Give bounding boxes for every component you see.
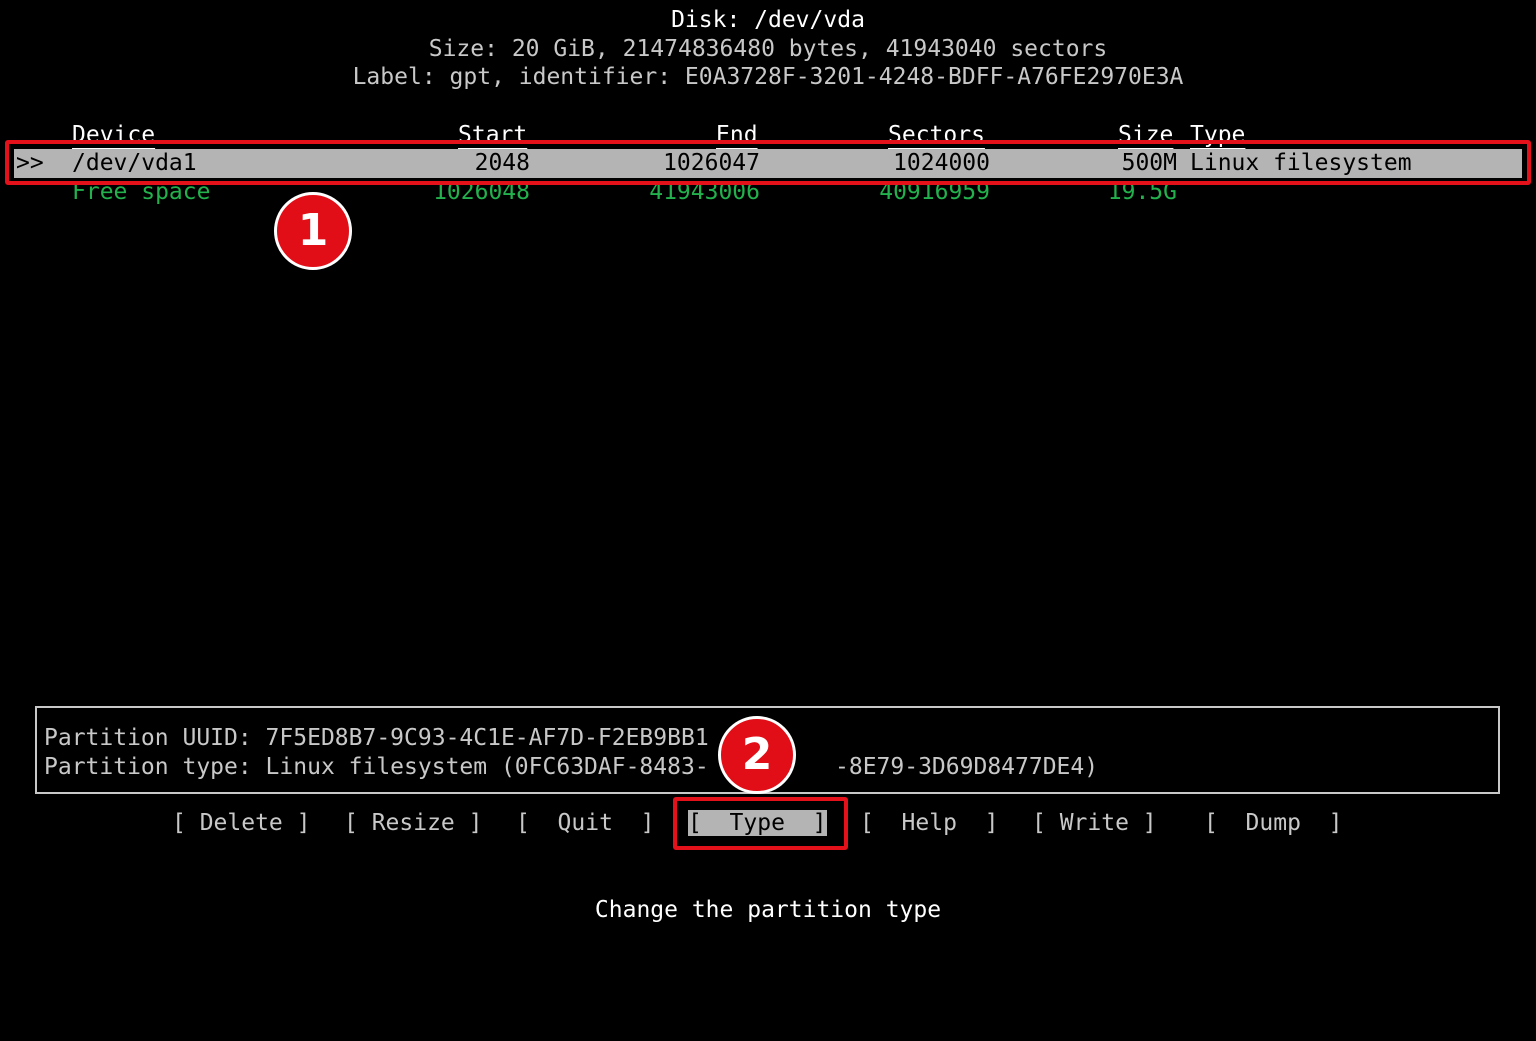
delete-button[interactable]: [ Delete ] xyxy=(172,809,310,838)
disk-size-line: Size: 20 GiB, 21474836480 bytes, 4194304… xyxy=(428,36,1108,62)
highlight-box-row xyxy=(5,140,1531,185)
resize-button[interactable]: [ Resize ] xyxy=(344,809,482,838)
annotation-badge-1: 1 xyxy=(274,192,352,270)
partition-type-line: Partition type: Linux filesystem (0FC63D… xyxy=(44,754,709,780)
annotation-badge-2: 2 xyxy=(718,716,796,794)
write-button[interactable]: [ Write ] xyxy=(1032,809,1157,838)
partition-uuid: Partition UUID: 7F5ED8B7-9C93-4C1E-AF7D-… xyxy=(44,725,709,751)
quit-button[interactable]: [ Quit ] xyxy=(516,809,654,838)
disk-label-line: Label: gpt, identifier: E0A3728F-3201-42… xyxy=(352,64,1184,90)
dump-button[interactable]: [ Dump ] xyxy=(1204,809,1342,838)
status-hint: Change the partition type xyxy=(594,897,942,923)
disk-title: Disk: /dev/vda xyxy=(671,7,865,33)
help-button[interactable]: [ Help ] xyxy=(860,809,998,838)
partition-type-line-tail: -8E79-3D69D8477DE4) xyxy=(835,754,1099,780)
highlight-box-type-button xyxy=(673,797,848,850)
